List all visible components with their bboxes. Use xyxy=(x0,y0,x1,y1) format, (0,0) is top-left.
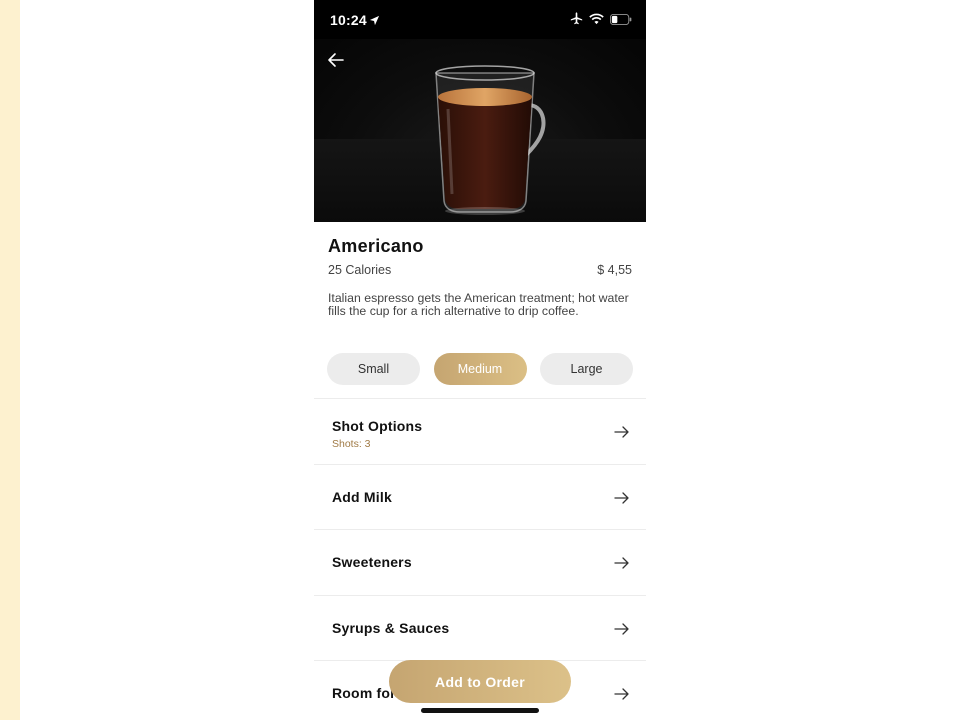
battery-icon xyxy=(610,12,632,30)
status-time: 10:24 xyxy=(330,12,367,28)
status-icons xyxy=(570,12,632,30)
arrow-right-icon xyxy=(614,491,629,504)
option-label: Sweeteners xyxy=(332,554,412,571)
option-sweeteners[interactable]: Sweeteners xyxy=(314,529,646,595)
back-arrow-icon[interactable] xyxy=(324,48,348,72)
product-title: Americano xyxy=(328,236,424,256)
coffee-cup-illustration xyxy=(435,65,546,215)
home-indicator xyxy=(421,708,539,713)
arrow-right-icon xyxy=(614,688,629,701)
arrow-right-icon xyxy=(614,623,629,635)
page-left-strip xyxy=(0,0,20,720)
phone-screen: 10:24 Americano 25 Calories $ 4,55 Itali… xyxy=(314,0,646,720)
product-price: $ 4,55 xyxy=(597,263,632,277)
option-sub-label: Shots: 3 xyxy=(332,438,371,450)
product-hero-image xyxy=(314,39,646,222)
option-shot-options[interactable]: Shot Options Shots: 3 xyxy=(314,398,646,464)
status-bar: 10:24 xyxy=(314,0,646,39)
add-to-order-button[interactable]: Add to Order xyxy=(389,660,571,703)
product-description: Italian espresso gets the American treat… xyxy=(328,291,629,318)
size-selector: Small Medium Large xyxy=(327,353,633,385)
option-label: Shot Options xyxy=(332,418,423,434)
airplane-icon xyxy=(570,12,583,30)
option-add-milk[interactable]: Add Milk xyxy=(314,463,646,530)
product-calories: 25 Calories xyxy=(328,263,392,277)
arrow-right-icon xyxy=(614,557,629,569)
location-arrow-icon xyxy=(369,13,380,31)
size-medium-button[interactable]: Medium xyxy=(433,353,527,385)
arrow-right-icon xyxy=(614,426,629,438)
option-label: Add Milk xyxy=(332,488,392,505)
option-syrups-sauces[interactable]: Syrups & Sauces xyxy=(314,594,646,661)
wifi-icon xyxy=(589,12,604,30)
option-label: Syrups & Sauces xyxy=(332,619,450,636)
size-large-button[interactable]: Large xyxy=(540,353,633,385)
size-small-button[interactable]: Small xyxy=(327,353,420,385)
